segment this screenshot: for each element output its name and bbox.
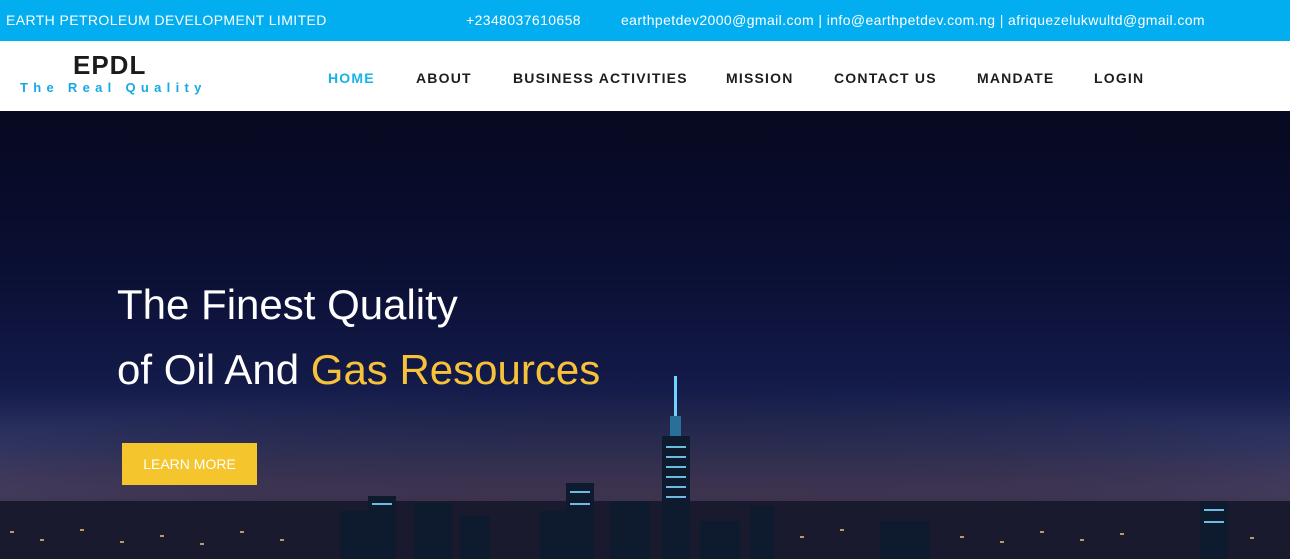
hero-headline-prefix: of Oil And [117, 346, 311, 393]
hero-headline-line1: The Finest Quality [117, 281, 458, 328]
nav-mandate[interactable]: MANDATE [977, 70, 1054, 86]
main-navbar: EPDL The Real Quality HOME ABOUT BUSINES… [0, 41, 1290, 111]
phone-number[interactable]: +2348037610658 [466, 12, 581, 28]
email-addresses[interactable]: earthpetdev2000@gmail.com | info@earthpe… [621, 12, 1205, 28]
logo-tagline: The Real Quality [20, 80, 207, 95]
nav-mission[interactable]: MISSION [726, 70, 794, 86]
company-name: EARTH PETROLEUM DEVELOPMENT LIMITED [6, 12, 327, 28]
city-skyline-image [0, 311, 1290, 559]
top-info-bar: EARTH PETROLEUM DEVELOPMENT LIMITED +234… [0, 0, 1290, 41]
nav-login[interactable]: LOGIN [1094, 70, 1144, 86]
hero-banner: The Finest Quality of Oil And Gas Resour… [0, 111, 1290, 559]
nav-home[interactable]: HOME [328, 70, 375, 86]
learn-more-button[interactable]: LEARN MORE [122, 443, 257, 485]
hero-headline-accent: Gas Resources [310, 346, 601, 393]
nav-business-activities[interactable]: BUSINESS ACTIVITIES [513, 70, 688, 86]
nav-contact-us[interactable]: CONTACT US [834, 70, 937, 86]
nav-about[interactable]: ABOUT [416, 70, 472, 86]
logo-title[interactable]: EPDL [73, 50, 146, 81]
hero-headline-line2: of Oil And Gas Resources [117, 346, 600, 394]
